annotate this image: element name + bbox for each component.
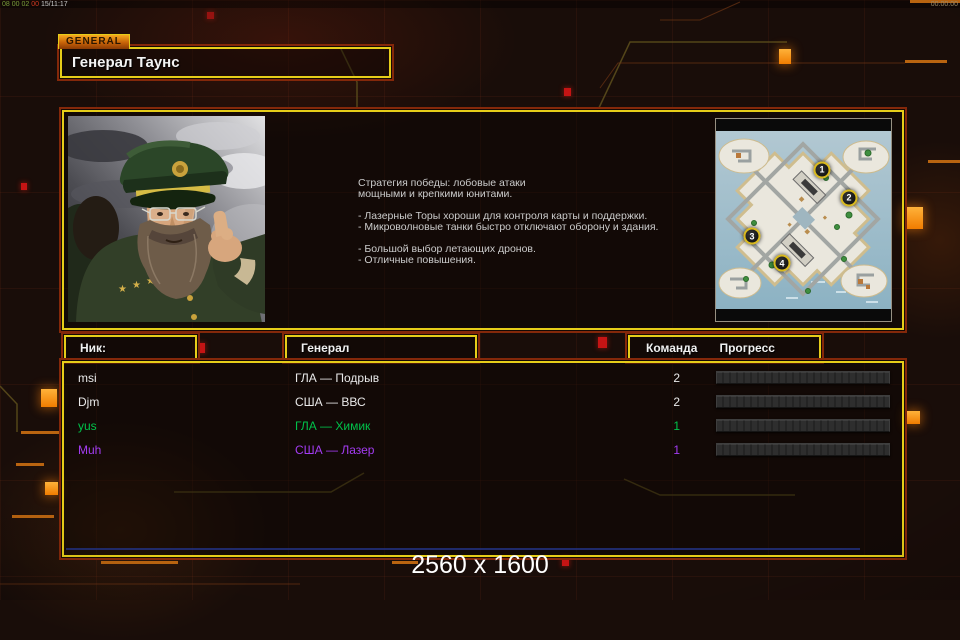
red-node-decoration — [21, 183, 27, 190]
red-node-decoration — [197, 343, 205, 353]
player-general: ГЛА — Химик — [295, 414, 370, 438]
map-image: 1 2 3 4 — [716, 131, 891, 309]
column-header-progress: Прогресс — [697, 337, 774, 359]
player-nick: Muh — [78, 438, 101, 462]
panel-accent-line — [66, 548, 860, 550]
red-node-decoration — [564, 88, 571, 96]
table-row: Muh США — Лазер 1 — [64, 438, 902, 462]
svg-text:★: ★ — [132, 280, 141, 291]
dash-decoration — [16, 463, 44, 466]
general-portrait: ★★★★★ — [68, 116, 265, 322]
dash-decoration — [12, 515, 54, 518]
general-title-box: Генерал Таунс — [60, 47, 391, 78]
map-preview: 1 2 3 4 — [715, 118, 892, 322]
table-row: yus ГЛА — Химик 1 — [64, 414, 902, 438]
red-node-decoration — [598, 337, 607, 348]
game-clock: 00:00:00 — [931, 1, 958, 8]
resolution-label: 2560 x 1600 — [0, 551, 960, 580]
debug-time: 15/11:17 — [41, 1, 68, 8]
strategy-line: мощными и крепкими юнитами. — [358, 189, 688, 200]
debug-flag: 00 — [31, 1, 39, 8]
player-general: США — Лазер — [295, 438, 374, 462]
map-start-position-1: 1 — [814, 161, 831, 178]
progress-bar — [716, 371, 890, 384]
player-team: 1 — [600, 438, 680, 462]
map-letterbox-top — [716, 119, 891, 131]
red-node-decoration — [207, 12, 214, 19]
page-title: Генерал Таунс — [62, 49, 389, 76]
dash-decoration — [928, 160, 960, 163]
column-header-team: Команда — [630, 337, 697, 359]
table-row: Djm США — ВВС 2 — [64, 390, 902, 414]
progress-bar — [716, 443, 890, 456]
player-nick: Djm — [78, 390, 99, 414]
map-start-position-4: 4 — [773, 255, 790, 272]
svg-text:★: ★ — [118, 284, 127, 295]
player-general: ГЛА — Подрыв — [295, 366, 379, 390]
debug-readout: 08 00 02 00 15/11:17 — [2, 1, 68, 8]
player-nick: msi — [78, 366, 97, 390]
orange-node-decoration — [41, 389, 57, 407]
progress-bar — [716, 395, 890, 408]
orange-node-decoration — [779, 49, 791, 64]
dash-decoration — [905, 60, 947, 63]
map-letterbox-bottom — [716, 309, 891, 321]
orange-node-decoration — [902, 207, 923, 229]
orange-node-decoration — [45, 482, 58, 495]
column-header-team-progress: КомандаПрогресс — [628, 335, 821, 361]
dash-decoration — [21, 431, 60, 434]
column-header-general: Генерал — [285, 335, 477, 361]
strategy-text: Стратегия победы: лобовые атаки мощными … — [358, 178, 688, 266]
player-general: США — ВВС — [295, 390, 366, 414]
strategy-line: - Отличные повышения. — [358, 255, 688, 266]
table-row: msi ГЛА — Подрыв 2 — [64, 366, 902, 390]
debug-counter: 08 00 02 — [2, 1, 29, 8]
orange-node-decoration — [907, 411, 920, 424]
players-table: msi ГЛА — Подрыв 2 Djm США — ВВС 2 yus Г… — [64, 366, 902, 462]
player-team: 2 — [600, 390, 680, 414]
progress-bar — [716, 419, 890, 432]
column-header-nick: Ник: — [64, 335, 197, 361]
top-strip — [0, 0, 960, 8]
players-table-panel: msi ГЛА — Подрыв 2 Djm США — ВВС 2 yus Г… — [62, 361, 904, 557]
map-start-position-2: 2 — [841, 189, 858, 206]
map-start-position-3: 3 — [744, 228, 761, 245]
tab-general[interactable]: GENERAL — [58, 34, 130, 49]
player-team: 2 — [600, 366, 680, 390]
player-team: 1 — [600, 414, 680, 438]
general-info-panel: ★★★★★ — [62, 110, 904, 330]
player-nick: yus — [78, 414, 97, 438]
strategy-line: - Микроволновые танки быстро отключают о… — [358, 222, 688, 233]
